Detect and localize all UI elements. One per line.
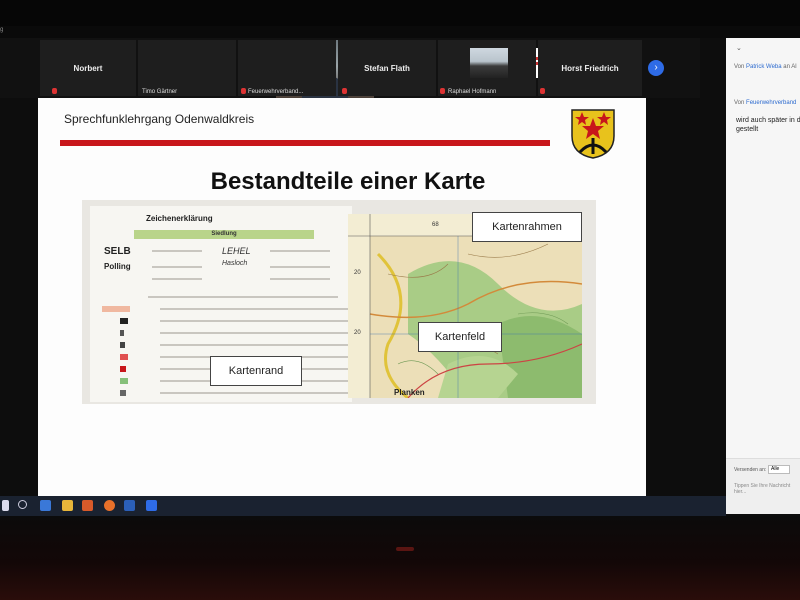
legend-sample-city: SELB bbox=[104, 246, 131, 257]
callout-kartenrand: Kartenrand bbox=[210, 356, 302, 386]
mail-app-icon[interactable] bbox=[40, 500, 51, 511]
legend-symbol bbox=[120, 390, 126, 396]
chat-meta-1: Von Patrick Weba an Al bbox=[734, 64, 797, 70]
legend-sample-town: Polling bbox=[104, 262, 131, 271]
chevron-down-icon[interactable]: ⌄ bbox=[736, 44, 742, 52]
legend-symbol bbox=[120, 354, 128, 360]
photo-of-monitor: g Norbert Timo Gärtner Feuerwehrverband.… bbox=[0, 0, 800, 600]
legend-symbol bbox=[120, 342, 125, 348]
legend-row bbox=[160, 344, 350, 346]
legend-row bbox=[152, 250, 202, 252]
participant-tile-raphael[interactable]: Raphael Hofmann bbox=[438, 40, 536, 96]
chat-meta-2: Von Feuerwehrverband bbox=[734, 100, 797, 106]
legend-row bbox=[270, 278, 330, 280]
legend-sample-district: LEHEL bbox=[222, 246, 251, 256]
legend-row bbox=[270, 266, 330, 268]
legend-symbol bbox=[120, 330, 124, 336]
map-grid-label-left-a: 20 bbox=[354, 270, 361, 276]
participant-avatar bbox=[470, 48, 508, 78]
mic-muted-icon bbox=[241, 88, 246, 94]
legend-row bbox=[270, 250, 330, 252]
windows-start-icon[interactable] bbox=[2, 500, 9, 511]
legend-row bbox=[160, 308, 350, 310]
legend-row bbox=[148, 296, 338, 298]
mic-muted-icon bbox=[540, 88, 545, 94]
chat-compose: Versenden an: Alle Tippen Sie Ihre Nachr… bbox=[726, 458, 800, 514]
mic-muted-icon bbox=[342, 88, 347, 94]
legend-symbol bbox=[120, 366, 126, 372]
zoom-app-icon[interactable] bbox=[146, 500, 157, 511]
participant-tile-feuerwehrverband[interactable]: Feuerwehrverband... bbox=[238, 40, 544, 96]
slide-red-rule bbox=[60, 140, 550, 146]
legend-title: Zeichenerklärung bbox=[146, 214, 213, 223]
word-icon[interactable] bbox=[124, 500, 135, 511]
firefox-icon[interactable] bbox=[104, 500, 115, 511]
participant-name: Stefan Flath bbox=[364, 64, 410, 73]
legend-row bbox=[160, 320, 350, 322]
participant-strip: Norbert Timo Gärtner Feuerwehrverband...… bbox=[0, 38, 700, 98]
mic-muted-icon bbox=[440, 88, 445, 94]
participant-tile-horst[interactable]: Horst Friedrich bbox=[538, 40, 642, 96]
monitor-power-led bbox=[396, 547, 414, 551]
mic-muted-icon bbox=[52, 88, 57, 94]
monitor-bezel bbox=[0, 516, 800, 600]
participant-tile-stefan[interactable]: Stefan Flath bbox=[338, 40, 436, 96]
slide-title: Bestandteile einer Karte bbox=[210, 168, 486, 195]
slide-header: Sprechfunklehrgang Odenwaldkreis bbox=[64, 112, 255, 126]
participant-name: Raphael Hofmann bbox=[448, 89, 497, 95]
taskbar bbox=[0, 496, 726, 516]
legend-band: Siedlung bbox=[134, 230, 314, 239]
participant-name: Feuerwehrverband... bbox=[248, 89, 304, 95]
send-to-label: Versenden an: bbox=[734, 467, 767, 473]
search-icon[interactable] bbox=[18, 500, 27, 509]
crest-icon bbox=[571, 109, 615, 159]
chat-message: wird auch später in d gestellt bbox=[736, 117, 800, 133]
participant-name: Norbert bbox=[73, 64, 103, 73]
participant-tile-timo[interactable]: Timo Gärtner bbox=[138, 40, 374, 98]
callout-kartenfeld: Kartenfeld bbox=[418, 322, 502, 352]
map-grid-label-left-b: 20 bbox=[354, 330, 361, 336]
legend-row bbox=[160, 392, 350, 394]
shared-slide: Sprechfunklehrgang Odenwaldkreis Bestand… bbox=[38, 98, 646, 506]
participant-name: Horst Friedrich bbox=[561, 64, 619, 73]
send-to-select[interactable]: Alle bbox=[768, 465, 790, 474]
file-explorer-icon[interactable] bbox=[62, 500, 73, 511]
window-titlebar bbox=[0, 26, 800, 38]
map-grid-label-top: 68 bbox=[432, 222, 439, 228]
legend-symbol bbox=[120, 378, 128, 384]
legend-symbol bbox=[120, 318, 128, 324]
participant-name: Timo Gärtner bbox=[142, 89, 178, 95]
window-corner-label: g bbox=[0, 27, 4, 33]
powerpoint-icon[interactable] bbox=[82, 500, 93, 511]
callout-kartenrahmen: Kartenrahmen bbox=[472, 212, 582, 242]
participant-tile-norbert[interactable]: Norbert bbox=[40, 40, 136, 96]
legend-row bbox=[152, 278, 202, 280]
chat-input[interactable]: Tippen Sie Ihre Nachricht hier... bbox=[734, 483, 798, 495]
legend-symbol bbox=[102, 306, 130, 312]
map-place-label: Planken bbox=[394, 388, 425, 397]
legend-sample-village: Hasloch bbox=[222, 260, 248, 267]
chat-panel: ⌄ Von Patrick Weba an Al Von Feuerwehrve… bbox=[726, 38, 800, 514]
map-figure: Zeichenerklärung Siedlung SELB Polling L… bbox=[82, 200, 596, 404]
legend-row bbox=[152, 266, 202, 268]
legend-row bbox=[160, 332, 350, 334]
next-participants-button[interactable]: › bbox=[648, 60, 664, 76]
